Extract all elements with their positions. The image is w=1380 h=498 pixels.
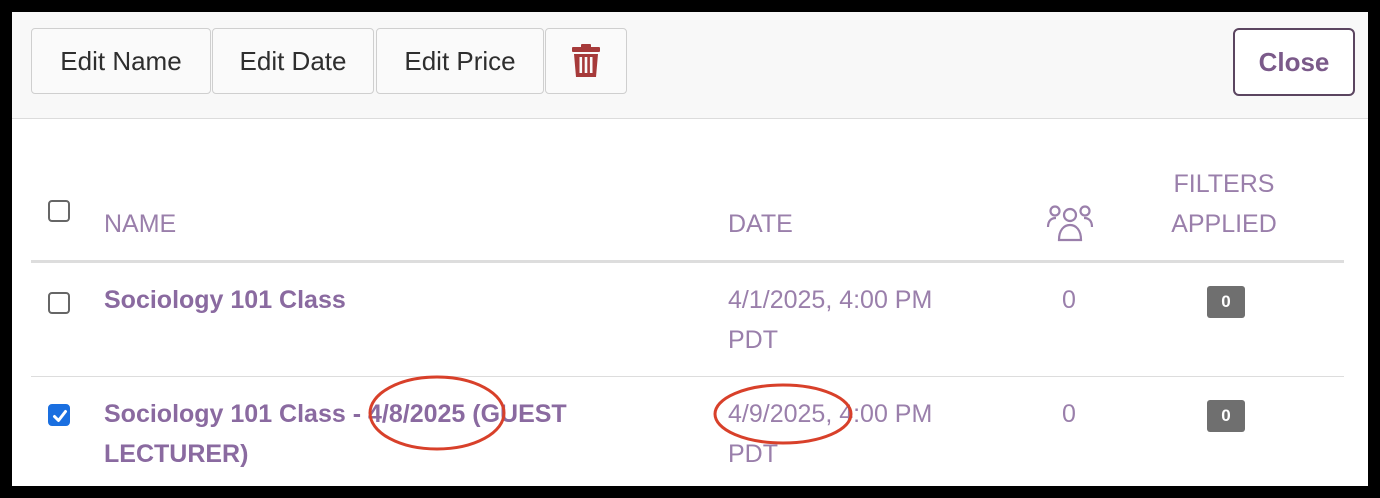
filters-header-line1: FILTERS [1173,170,1275,198]
row-checkbox-checked[interactable] [48,404,70,426]
attendee-count: 0 [1062,286,1076,314]
select-all-checkbox[interactable] [48,200,70,222]
delete-button[interactable] [545,28,627,94]
row-divider [31,376,1344,377]
filters-badge: 0 [1207,286,1245,318]
edit-date-button[interactable]: Edit Date [212,28,374,94]
event-name-link[interactable]: Sociology 101 Class [104,280,346,320]
filters-badge: 0 [1207,400,1245,432]
edit-name-button[interactable]: Edit Name [31,28,211,94]
event-date-line2: PDT [728,326,778,354]
checkmark-icon [53,410,67,422]
event-date: 4/9/2025, 4:00 PM PDT [728,394,932,474]
column-header-name[interactable]: NAME [104,204,176,244]
event-name-line1: Sociology 101 Class - 4/8/2025 (GUEST [104,400,567,428]
event-name-link[interactable]: Sociology 101 Class - 4/8/2025 (GUEST LE… [104,394,567,474]
close-button[interactable]: Close [1233,28,1355,96]
event-date-line1: 4/9/2025, 4:00 PM [728,400,933,428]
column-header-filters-applied[interactable]: FILTERS APPLIED [1160,164,1288,244]
event-date: 4/1/2025, 4:00 PM PDT [728,280,932,360]
people-icon [1046,202,1094,249]
event-name-line2: LECTURER) [104,440,249,468]
attendee-count: 0 [1062,400,1076,428]
trash-icon [572,44,600,77]
filters-header-line2: APPLIED [1171,210,1277,238]
bulk-edit-panel: Edit Name Edit Date Edit Price Close NAM… [12,12,1368,486]
column-header-date[interactable]: DATE [728,204,793,244]
event-date-line2: PDT [728,440,778,468]
toolbar: Edit Name Edit Date Edit Price Close [12,12,1368,119]
row-checkbox[interactable] [48,292,70,314]
header-divider [31,260,1344,263]
event-date-line1: 4/1/2025, 4:00 PM [728,286,933,314]
edit-price-button[interactable]: Edit Price [376,28,544,94]
